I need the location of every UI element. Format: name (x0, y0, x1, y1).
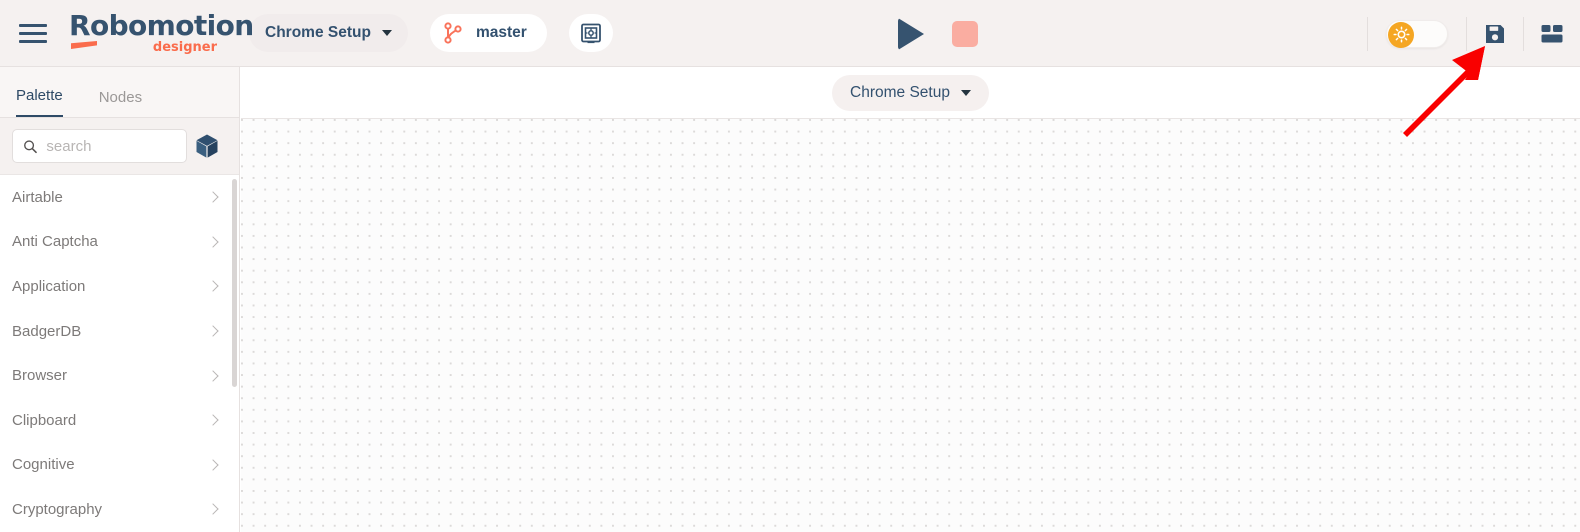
palette-item-label: Airtable (12, 188, 63, 206)
chevron-right-icon (207, 236, 219, 248)
palette-item-label: Cryptography (12, 500, 103, 518)
save-button[interactable] (1467, 13, 1523, 55)
stop-button[interactable] (952, 20, 978, 47)
palette-list[interactable]: Airtable Anti Captcha Application Badger… (0, 175, 239, 531)
palette-item-label: Browser (12, 367, 68, 385)
hamburger-menu-icon[interactable] (19, 21, 49, 45)
git-branch-icon (444, 22, 462, 44)
palette-item-label: BadgerDB (12, 322, 82, 340)
palette-item-label: Application (12, 277, 86, 295)
chevron-right-icon (207, 325, 219, 337)
run-button[interactable] (898, 17, 924, 50)
chevron-right-icon (207, 503, 219, 516)
palette-item-application[interactable]: Application (0, 264, 239, 309)
run-controls (898, 0, 978, 67)
canvas-breadcrumb[interactable]: Chrome Setup (832, 74, 989, 111)
canvas-toolbar: Chrome Setup (241, 67, 1580, 119)
chevron-right-icon (207, 191, 219, 203)
layout-panels-icon (1541, 24, 1563, 42)
vault-button[interactable] (568, 14, 613, 52)
palette-item-anti-captcha[interactable]: Anti Captcha (0, 220, 239, 265)
palette-item-label: Clipboard (12, 411, 77, 429)
search-box[interactable] (12, 129, 187, 163)
hamburger-bar (19, 39, 47, 43)
sidebar-tabs: Palette Nodes (0, 67, 239, 118)
palette-item-airtable[interactable]: Airtable (0, 175, 239, 220)
search-icon (24, 139, 37, 153)
vault-icon (580, 23, 601, 44)
layout-button[interactable] (1524, 13, 1580, 55)
sidebar-scrollbar-track[interactable] (231, 175, 238, 531)
app-window: Robomotion designer Chrome Setup master (0, 0, 1580, 532)
chevron-right-icon (207, 370, 219, 382)
sidebar-search-row (0, 118, 239, 175)
hamburger-bar (19, 31, 47, 35)
header-right-controls (1367, 0, 1580, 67)
logo-brand-text: Robomotion (69, 9, 254, 42)
palette-item-browser[interactable]: Browser (0, 353, 239, 398)
tab-nodes[interactable]: Nodes (99, 89, 142, 117)
palette-item-label: Anti Captcha (12, 233, 98, 251)
top-header: Robomotion designer Chrome Setup master (0, 0, 1580, 67)
sidebar-scrollbar-thumb[interactable] (231, 179, 237, 387)
tab-palette[interactable]: Palette (16, 87, 63, 117)
palette-item-badgerdb[interactable]: BadgerDB (0, 309, 239, 354)
palette-item-cryptography[interactable]: Cryptography (0, 487, 239, 531)
chevron-down-icon (960, 89, 971, 96)
packages-button[interactable] (187, 133, 227, 159)
app-logo: Robomotion designer (69, 9, 254, 56)
canvas-grid[interactable] (241, 119, 1580, 532)
floppy-disk-save-icon (1486, 24, 1504, 43)
branch-selector-button[interactable]: master (429, 14, 547, 52)
flow-selector-button[interactable]: Chrome Setup (249, 14, 408, 52)
left-sidebar: Palette Nodes Airtable (0, 67, 240, 532)
palette-item-label: Cognitive (12, 456, 75, 474)
search-input[interactable] (46, 137, 176, 155)
canvas-breadcrumb-label: Chrome Setup (850, 83, 950, 101)
chevron-right-icon (207, 414, 219, 426)
chevron-right-icon (207, 459, 219, 471)
theme-toggle-knob (1388, 21, 1414, 48)
hamburger-bar (19, 23, 47, 27)
cube-package-icon (196, 134, 218, 158)
palette-item-cognitive[interactable]: Cognitive (0, 443, 239, 488)
chevron-down-icon (381, 30, 392, 36)
divider (1367, 16, 1368, 51)
branch-selector-label: master (475, 24, 527, 41)
theme-toggle[interactable] (1386, 19, 1448, 48)
flow-selector-label: Chrome Setup (265, 24, 371, 41)
palette-item-clipboard[interactable]: Clipboard (0, 398, 239, 443)
flow-canvas: Chrome Setup (241, 67, 1580, 532)
sun-icon (1392, 26, 1410, 43)
chevron-right-icon (207, 280, 219, 293)
